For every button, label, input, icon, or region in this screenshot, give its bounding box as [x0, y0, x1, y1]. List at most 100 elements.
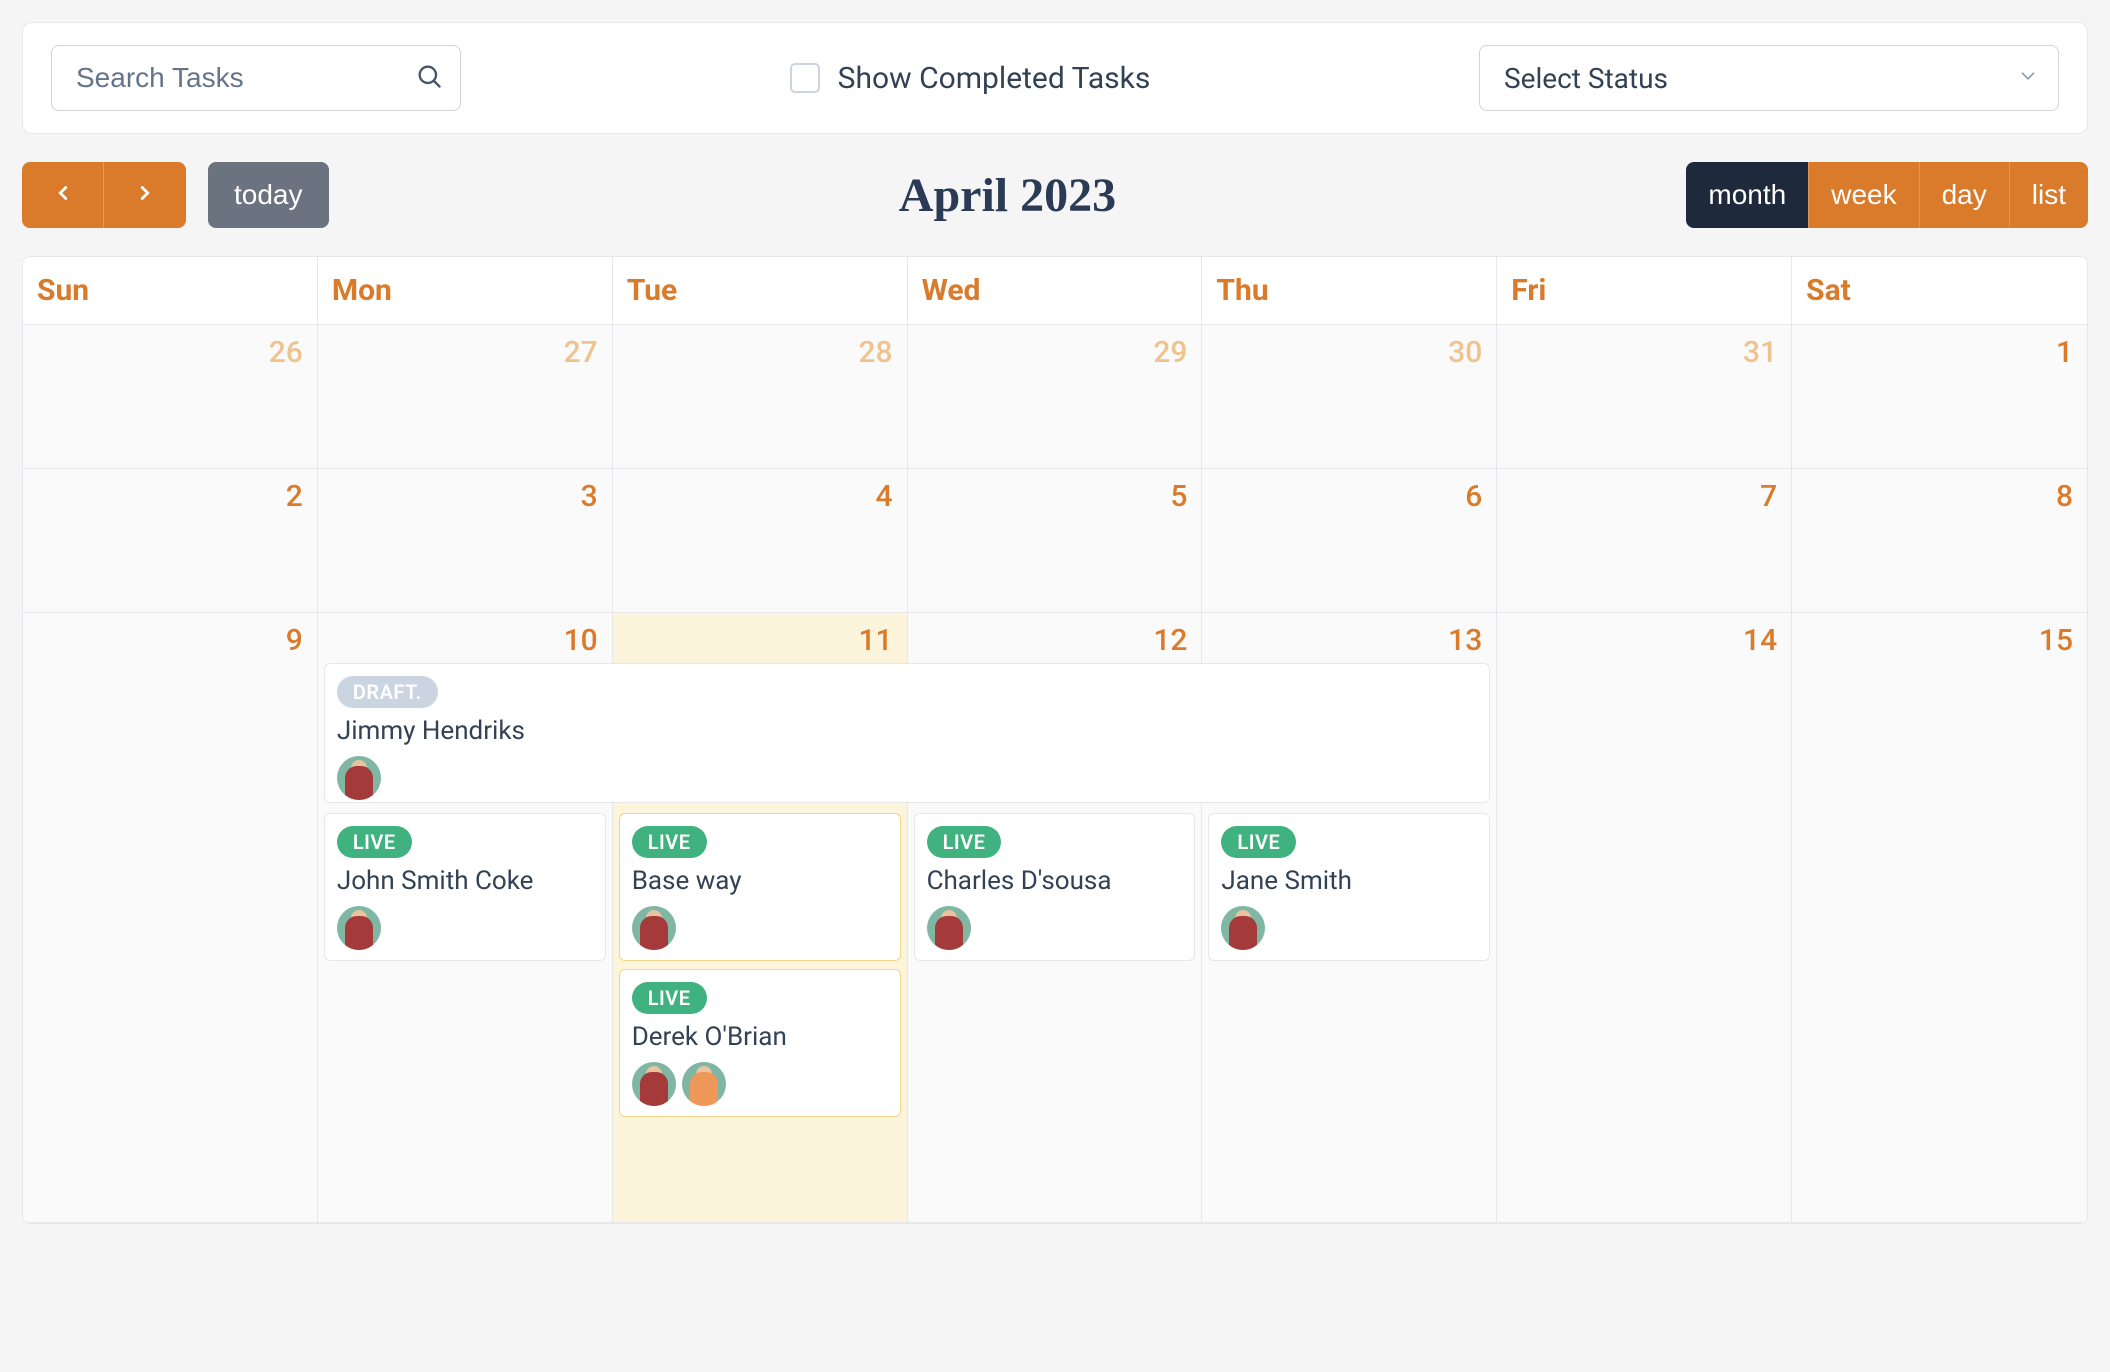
- chevron-down-icon: [2017, 65, 2039, 91]
- calendar-cell[interactable]: 9: [23, 613, 318, 1223]
- event-title: Jimmy Hendriks: [337, 716, 1477, 746]
- day-number: 11: [858, 623, 892, 658]
- events-layer: LIVE Jane Smith: [1202, 813, 1496, 969]
- status-badge: LIVE: [1221, 826, 1296, 858]
- event-card[interactable]: LIVE Derek O'Brian: [619, 969, 901, 1117]
- show-completed-label: Show Completed Tasks: [838, 61, 1151, 96]
- checkbox-icon: [790, 63, 820, 93]
- day-number: 31: [1743, 335, 1777, 370]
- status-badge: LIVE: [927, 826, 1002, 858]
- calendar-cell[interactable]: 3: [318, 469, 613, 613]
- today-button[interactable]: today: [208, 162, 329, 228]
- view-list-button[interactable]: list: [2009, 162, 2088, 228]
- event-title: Base way: [632, 866, 888, 896]
- status-select-placeholder: Select Status: [1504, 62, 1668, 95]
- day-header: Wed: [908, 257, 1203, 325]
- day-number: 10: [564, 623, 598, 658]
- event-title: Jane Smith: [1221, 866, 1477, 896]
- events-layer: LIVE Charles D'sousa: [908, 813, 1202, 969]
- calendar-cell[interactable]: 10DRAFT.Jimmy HendriksLIVEJohn Smith Cok…: [318, 613, 613, 1223]
- status-badge: DRAFT.: [337, 676, 438, 708]
- calendar-cell[interactable]: 2: [23, 469, 318, 613]
- calendar-cell[interactable]: 27: [318, 325, 613, 469]
- day-number: 29: [1153, 335, 1187, 370]
- event-card[interactable]: LIVE John Smith Coke: [324, 813, 606, 961]
- day-number: 26: [269, 335, 303, 370]
- calendar-cell[interactable]: 26: [23, 325, 318, 469]
- avatar: [337, 756, 381, 800]
- calendar-cell[interactable]: 8: [1792, 469, 2087, 613]
- day-number: 3: [581, 479, 598, 514]
- calendar-cell[interactable]: 14: [1497, 613, 1792, 1223]
- search-icon: [415, 62, 443, 94]
- day-number: 13: [1448, 623, 1482, 658]
- event-title: Derek O'Brian: [632, 1022, 888, 1052]
- calendar-cell[interactable]: 30: [1202, 325, 1497, 469]
- calendar-cell[interactable]: 1: [1792, 325, 2087, 469]
- events-layer: LIVE John Smith Coke: [318, 813, 612, 969]
- search-wrap: [51, 45, 461, 111]
- day-header: Sun: [23, 257, 318, 325]
- calendar-toolbar: today April 2023 month week day list: [22, 162, 2088, 228]
- status-badge: LIVE: [632, 982, 707, 1014]
- calendar-cell[interactable]: 4: [613, 469, 908, 613]
- event-card[interactable]: LIVE Base way: [619, 813, 901, 961]
- day-number: 27: [564, 335, 598, 370]
- calendar-cell[interactable]: 29: [908, 325, 1203, 469]
- day-number: 5: [1170, 479, 1187, 514]
- day-number: 6: [1465, 479, 1482, 514]
- event-title: Charles D'sousa: [927, 866, 1183, 896]
- day-header: Tue: [613, 257, 908, 325]
- events-layer: LIVE Base way LIVE Derek O'Brian: [613, 813, 907, 1125]
- avatar: [927, 906, 971, 950]
- avatar-group: [1221, 906, 1477, 950]
- avatar-group: [337, 756, 1477, 800]
- day-header: Mon: [318, 257, 613, 325]
- day-number: 12: [1153, 623, 1187, 658]
- avatar-group: [632, 906, 888, 950]
- event-card[interactable]: DRAFT. Jimmy Hendriks: [324, 663, 1490, 803]
- nav-buttons: [22, 162, 186, 228]
- calendar-cell[interactable]: 15: [1792, 613, 2087, 1223]
- day-header: Fri: [1497, 257, 1792, 325]
- avatar: [632, 906, 676, 950]
- day-header: Sat: [1792, 257, 2087, 325]
- search-input[interactable]: [51, 45, 461, 111]
- calendar-cell[interactable]: 6: [1202, 469, 1497, 613]
- calendar-title: April 2023: [899, 168, 1116, 223]
- prev-button[interactable]: [22, 162, 104, 228]
- status-select[interactable]: Select Status: [1479, 45, 2059, 111]
- event-title: John Smith Coke: [337, 866, 593, 896]
- calendar: SunMonTueWedThuFriSat 262728293031123456…: [22, 256, 2088, 1224]
- status-badge: LIVE: [632, 826, 707, 858]
- calendar-body: 26272829303112345678910DRAFT.Jimmy Hendr…: [23, 325, 2087, 1223]
- calendar-cell[interactable]: 31: [1497, 325, 1792, 469]
- calendar-cell[interactable]: 28: [613, 325, 908, 469]
- view-day-button[interactable]: day: [1919, 162, 2009, 228]
- day-number: 28: [858, 335, 892, 370]
- view-week-button[interactable]: week: [1808, 162, 1918, 228]
- toolbar-left: today: [22, 162, 329, 228]
- event-card[interactable]: LIVE Jane Smith: [1208, 813, 1490, 961]
- day-header: Thu: [1202, 257, 1497, 325]
- day-number: 14: [1743, 623, 1777, 658]
- calendar-cell[interactable]: 7: [1497, 469, 1792, 613]
- filter-bar: Show Completed Tasks Select Status: [22, 22, 2088, 134]
- day-number: 4: [876, 479, 893, 514]
- next-button[interactable]: [104, 162, 186, 228]
- day-number: 8: [2056, 479, 2073, 514]
- avatar: [682, 1062, 726, 1106]
- avatar-group: [927, 906, 1183, 950]
- status-badge: LIVE: [337, 826, 412, 858]
- day-number: 9: [286, 623, 303, 658]
- calendar-cell[interactable]: 5: [908, 469, 1203, 613]
- event-card[interactable]: LIVE Charles D'sousa: [914, 813, 1196, 961]
- view-month-button[interactable]: month: [1686, 162, 1808, 228]
- avatar-group: [632, 1062, 888, 1106]
- day-number: 30: [1448, 335, 1482, 370]
- show-completed-toggle[interactable]: Show Completed Tasks: [790, 61, 1151, 96]
- status-select-wrap: Select Status: [1479, 45, 2059, 111]
- chevron-right-icon: [134, 180, 156, 211]
- view-switcher: month week day list: [1686, 162, 2088, 228]
- avatar-group: [337, 906, 593, 950]
